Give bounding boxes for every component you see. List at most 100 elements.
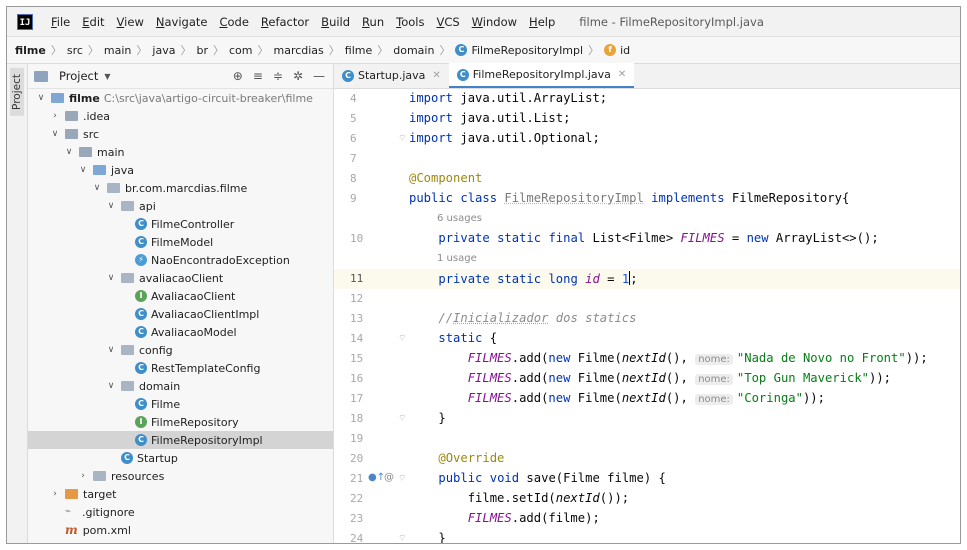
code-line[interactable]: 13 //Inicializador dos statics: [334, 309, 960, 329]
code-line[interactable]: 10 private static final List<Filme> FILM…: [334, 229, 960, 249]
tree-item[interactable]: I AvaliacaoClient: [28, 287, 333, 305]
collapse-all-icon[interactable]: ≑: [273, 69, 283, 83]
gear-icon[interactable]: ✲: [293, 69, 303, 83]
breadcrumb-item[interactable]: marcdias: [273, 44, 323, 57]
menu-help[interactable]: Help: [523, 15, 561, 29]
tree-item[interactable]: ⚡ NaoEncontradoException: [28, 251, 333, 269]
minimize-icon[interactable]: —: [313, 69, 325, 83]
tree-item[interactable]: C FilmeController: [28, 215, 333, 233]
tree-item[interactable]: m pom.xml: [28, 521, 333, 539]
tree-item[interactable]: ∨ api: [28, 197, 333, 215]
menu-tools[interactable]: Tools: [390, 15, 430, 29]
code-line[interactable]: 15 FILMES.add(new Filme(nextId(), nome: "…: [334, 349, 960, 369]
code-line[interactable]: 8 @Component: [334, 169, 960, 189]
menu-view[interactable]: View: [111, 15, 150, 29]
breadcrumb-item-field[interactable]: f id: [604, 44, 630, 57]
code-line[interactable]: 20 @Override: [334, 449, 960, 469]
tree-item[interactable]: ∨ main: [28, 143, 333, 161]
fold-marker-icon[interactable]: ⌔: [398, 533, 406, 543]
menu-window[interactable]: Window: [466, 15, 523, 29]
usage-hint[interactable]: 6 usages: [437, 213, 482, 224]
tree-item[interactable]: ∨ java: [28, 161, 333, 179]
chevron-down-icon[interactable]: ∨: [106, 345, 116, 355]
breadcrumb-item-class[interactable]: C FilmeRepositoryImpl: [455, 44, 583, 57]
chevron-down-icon[interactable]: ∨: [106, 381, 116, 391]
menu-refactor[interactable]: Refactor: [255, 15, 315, 29]
code-line[interactable]: 4 import java.util.ArrayList;: [334, 89, 960, 109]
code-line[interactable]: 18 ⌔ }: [334, 409, 960, 429]
menu-run[interactable]: Run: [356, 15, 390, 29]
code-line[interactable]: 21 ●↑ @ ⌔ public void save(Filme filme) {: [334, 469, 960, 489]
tab-startup[interactable]: C Startup.java ✕: [334, 63, 449, 88]
tree-item[interactable]: C AvaliacaoModel: [28, 323, 333, 341]
code-line[interactable]: 5 import java.util.List;: [334, 109, 960, 129]
fold-marker-icon[interactable]: ⌔: [398, 333, 406, 344]
chevron-down-icon[interactable]: ▼: [104, 72, 110, 81]
code-line[interactable]: 6 ⌔ import java.util.Optional;: [334, 129, 960, 149]
code-area[interactable]: 4 import java.util.ArrayList; 5 import java…: [334, 89, 960, 543]
tree-item[interactable]: › resources: [28, 467, 333, 485]
breadcrumb-item[interactable]: br: [196, 44, 208, 57]
code-line[interactable]: 9 public class FilmeRepositoryImpl implem…: [334, 189, 960, 209]
breadcrumb-item[interactable]: domain: [393, 44, 434, 57]
menu-navigate[interactable]: Navigate: [150, 15, 214, 29]
code-line[interactable]: 7: [334, 149, 960, 169]
tree-item[interactable]: › target: [28, 485, 333, 503]
project-tool-button[interactable]: Project: [10, 68, 24, 116]
chevron-right-icon[interactable]: ›: [50, 489, 60, 499]
usage-hint[interactable]: 1 usage: [437, 253, 477, 264]
chevron-right-icon[interactable]: ›: [78, 471, 88, 481]
project-view-selector[interactable]: Project: [59, 69, 98, 83]
tree-item[interactable]: C Filme: [28, 395, 333, 413]
tree-item[interactable]: ∨ avaliacaoClient: [28, 269, 333, 287]
tab-filme-repository-impl[interactable]: C FilmeRepositoryImpl.java ✕: [448, 63, 635, 88]
tree-item[interactable]: ∨ filme C:\src\java\artigo-circuit-breaker…: [28, 89, 333, 107]
breadcrumb-item[interactable]: main: [104, 44, 131, 57]
expand-all-icon[interactable]: ≡: [253, 69, 263, 83]
chevron-down-icon[interactable]: ∨: [64, 147, 74, 157]
chevron-down-icon[interactable]: ∨: [50, 129, 60, 139]
code-line[interactable]: 11 private static long id = 1;: [334, 269, 960, 289]
tree-item[interactable]: C RestTemplateConfig: [28, 359, 333, 377]
implements-method-icon[interactable]: ●↑: [368, 472, 385, 483]
breadcrumb-item[interactable]: src: [67, 44, 83, 57]
code-line[interactable]: 1 usage: [334, 249, 960, 269]
fold-marker-icon[interactable]: ⌔: [398, 413, 406, 424]
chevron-down-icon[interactable]: ∨: [106, 273, 116, 283]
chevron-right-icon[interactable]: ›: [50, 111, 60, 121]
menu-edit[interactable]: Edit: [76, 15, 110, 29]
fold-marker-icon[interactable]: ⌔: [398, 133, 406, 144]
code-line[interactable]: 22 filme.setId(nextId());: [334, 489, 960, 509]
menu-code[interactable]: Code: [213, 15, 254, 29]
code-line[interactable]: 17 FILMES.add(new Filme(nextId(), nome: "…: [334, 389, 960, 409]
chevron-down-icon[interactable]: ∨: [106, 201, 116, 211]
tree-item[interactable]: ∨ domain: [28, 377, 333, 395]
annotation-icon[interactable]: @: [384, 472, 394, 483]
chevron-down-icon[interactable]: ∨: [36, 93, 46, 103]
breadcrumb-item[interactable]: filme: [15, 44, 46, 57]
tree-item[interactable]: C AvaliacaoClientImpl: [28, 305, 333, 323]
breadcrumb-item[interactable]: java: [152, 44, 175, 57]
chevron-down-icon[interactable]: ∨: [92, 183, 102, 193]
tree-item[interactable]: ∨ br.com.marcdias.filme: [28, 179, 333, 197]
tree-item[interactable]: C FilmeRepositoryImpl: [28, 431, 333, 449]
close-icon[interactable]: ✕: [432, 70, 440, 81]
tree-item[interactable]: ∨ config: [28, 341, 333, 359]
code-line[interactable]: 19: [334, 429, 960, 449]
tree-item[interactable]: I FilmeRepository: [28, 413, 333, 431]
menu-file[interactable]: File: [45, 15, 76, 29]
code-line[interactable]: 24 ⌔ }: [334, 529, 960, 543]
chevron-down-icon[interactable]: ∨: [78, 165, 88, 175]
code-line[interactable]: 23 FILMES.add(filme);: [334, 509, 960, 529]
menu-build[interactable]: Build: [315, 15, 356, 29]
tree-item[interactable]: ⌁ .gitignore: [28, 503, 333, 521]
tree-item[interactable]: › .idea: [28, 107, 333, 125]
breadcrumb-item[interactable]: com: [229, 44, 253, 57]
breadcrumb-item[interactable]: filme: [345, 44, 372, 57]
code-line[interactable]: 16 FILMES.add(new Filme(nextId(), nome: "…: [334, 369, 960, 389]
locate-icon[interactable]: ⊕: [233, 69, 243, 83]
tree-item[interactable]: C FilmeModel: [28, 233, 333, 251]
code-line[interactable]: 12: [334, 289, 960, 309]
code-line[interactable]: 6 usages: [334, 209, 960, 229]
close-icon[interactable]: ✕: [618, 69, 626, 80]
